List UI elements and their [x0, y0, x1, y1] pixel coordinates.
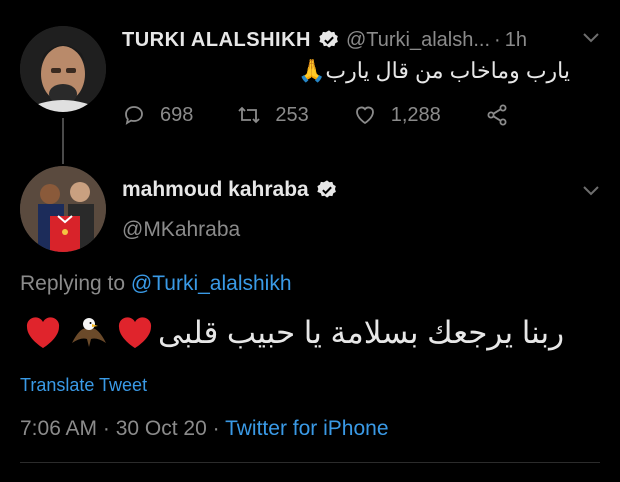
verified-badge-icon	[319, 30, 338, 48]
like-count: 1,288	[390, 103, 441, 126]
thread-line	[62, 118, 64, 164]
replying-to: Replying to @Turki_alalshikh	[20, 272, 292, 296]
author-name[interactable]: TURKI ALALSHIKH	[122, 29, 311, 52]
reply-text: ربنا يرجعك بسلامة يا حبيب قلبى	[20, 308, 580, 358]
chevron-down-icon[interactable]	[582, 185, 600, 197]
tweet-time[interactable]: 7:06 AM	[20, 417, 97, 440]
replying-to-link[interactable]: @Turki_alalshikh	[131, 272, 292, 295]
time-separator: ·	[494, 28, 501, 51]
eagle-icon	[72, 318, 106, 347]
tweet-text: يارب وماخاب من قال يارب🙏	[297, 58, 570, 83]
tweet-actions: 698 253 1,288	[122, 103, 553, 127]
tweet-meta: 7:06 AM · 30 Oct 20 · Twitter for iPhone	[20, 417, 389, 441]
like-button[interactable]: 1,288	[353, 103, 441, 127]
reply-author-row: mahmoud kahraba	[122, 178, 344, 202]
chevron-down-icon[interactable]	[582, 32, 600, 44]
red-heart-icon	[118, 317, 152, 348]
reply-text-body: ربنا يرجعك بسلامة يا حبيب قلبى	[158, 315, 565, 350]
like-icon	[355, 106, 374, 125]
avatar-turki[interactable]	[20, 26, 106, 112]
avatar-mahmoud[interactable]	[20, 166, 106, 252]
retweet-count: 253	[275, 103, 309, 126]
divider	[20, 462, 600, 463]
translate-tweet-link[interactable]: Translate Tweet	[20, 375, 147, 396]
reply-button[interactable]: 698	[122, 103, 193, 127]
tweet-header: TURKI ALALSHIKH @Turki_alalsh... · 1h	[122, 26, 527, 54]
replying-prefix: Replying to	[20, 272, 131, 295]
red-heart-icon	[26, 317, 60, 348]
reply-author-name[interactable]: mahmoud kahraba	[122, 178, 309, 202]
reply-count: 698	[160, 103, 194, 126]
tweet-source[interactable]: Twitter for iPhone	[225, 417, 388, 440]
tweet-date[interactable]: 30 Oct 20	[116, 417, 207, 440]
reply-icon	[125, 106, 143, 125]
meta-separator: ·	[206, 417, 226, 440]
author-handle[interactable]: @Turki_alalsh...	[346, 29, 490, 52]
retweet-icon	[238, 106, 261, 124]
tweet-thread: TURKI ALALSHIKH @Turki_alalsh... · 1h يا…	[0, 0, 620, 482]
meta-separator: ·	[97, 417, 116, 440]
verified-badge-icon	[317, 180, 336, 198]
share-button[interactable]	[485, 103, 509, 127]
tweet-time[interactable]: 1h	[505, 29, 527, 52]
reply-author-handle[interactable]: @MKahraba	[122, 218, 240, 242]
share-icon	[487, 104, 507, 126]
retweet-button[interactable]: 253	[237, 103, 309, 127]
